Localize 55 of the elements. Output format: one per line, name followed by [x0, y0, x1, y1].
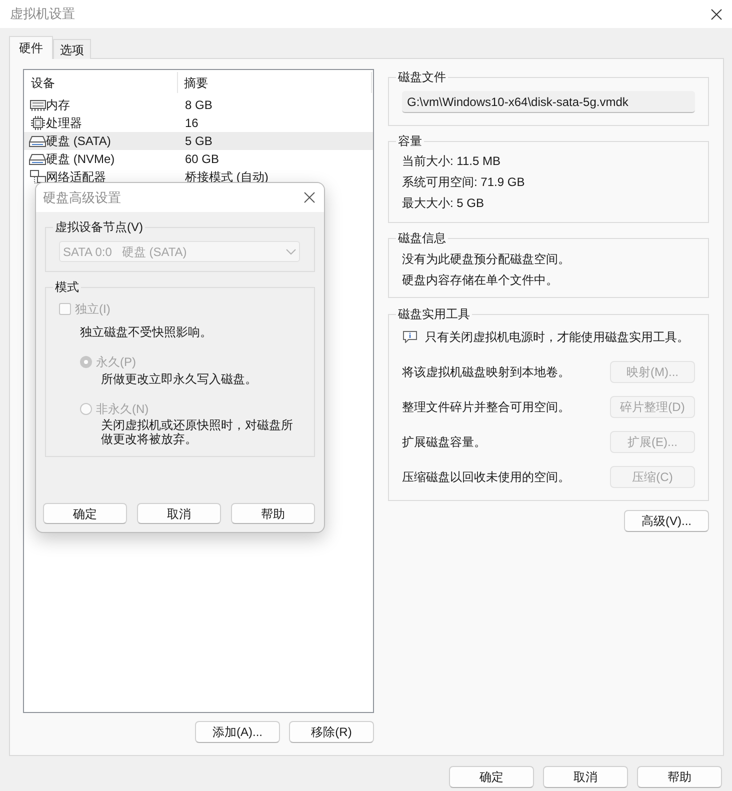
utility-description: 整理文件碎片并整合可用空间。: [402, 399, 570, 415]
device-name: 处理器: [46, 115, 82, 131]
close-icon[interactable]: [711, 8, 722, 20]
path-field[interactable]: G:\vm\Windows10-x64\disk-sata-5g.vmdk: [402, 91, 695, 113]
dialog-title: 硬盘高级设置: [43, 190, 121, 206]
device-summary: 8 GB: [185, 98, 212, 112]
close-icon[interactable]: [304, 192, 315, 203]
tab[interactable]: 硬件: [9, 36, 53, 59]
device-name: 硬盘 (NVMe): [46, 151, 115, 167]
group-title: 模式: [54, 279, 80, 295]
info-text: 硬盘内容存储在单个文件中。: [402, 273, 558, 287]
device-row[interactable]: 处理器 16: [24, 114, 373, 132]
info-message-icon: [403, 331, 417, 343]
memory-module-icon: [30, 100, 46, 110]
option-description: 独立磁盘不受快照影响。: [80, 324, 213, 340]
footer-button[interactable]: 确定: [449, 766, 534, 788]
advanced-button[interactable]: 高级(V)...: [624, 510, 709, 532]
option-description: 关闭虚拟机或还原快照时，对磁盘所做更改将被放弃。: [101, 418, 294, 446]
window-title: 虚拟机设置: [10, 6, 75, 22]
device-summary: 16: [185, 116, 198, 130]
capacity-text: 最大大小: 5 GB: [402, 196, 484, 210]
dialog-button[interactable]: 确定: [43, 503, 127, 524]
footer-button[interactable]: 取消: [543, 766, 628, 788]
utility-description: 压缩磁盘以回收未使用的空间。: [402, 469, 570, 485]
group-title: 虚拟设备节点(V): [54, 219, 144, 235]
device-summary: 60 GB: [185, 152, 220, 166]
chevron-down-icon: [286, 248, 296, 254]
utility-description: 扩展磁盘容量。: [402, 434, 486, 450]
device-row[interactable]: 硬盘 (NVMe) 60 GB: [24, 150, 373, 168]
hard-drive-icon: [29, 154, 46, 164]
device-name: 硬盘 (SATA): [46, 133, 111, 149]
dialog-button[interactable]: 取消: [137, 503, 221, 524]
notice-text: 只有关闭虚拟机电源时，才能使用磁盘实用工具。: [425, 329, 689, 345]
info-text: 没有为此硬盘预分配磁盘空间。: [402, 252, 570, 266]
device-row[interactable]: 硬盘 (SATA) 5 GB: [24, 132, 373, 150]
chip-icon: [30, 116, 44, 130]
group-title: 磁盘实用工具: [397, 306, 471, 322]
group-title: 磁盘信息: [397, 230, 447, 246]
list-action-button[interactable]: 添加(A)...: [195, 721, 280, 743]
device-name: 内存: [46, 97, 70, 113]
device-row[interactable]: 内存 8 GB: [24, 96, 373, 114]
column-header[interactable]: 设备: [24, 72, 178, 93]
tab[interactable]: 选项: [53, 39, 91, 59]
dialog-button[interactable]: 帮助: [231, 503, 315, 524]
column-header[interactable]: 摘要: [178, 72, 372, 93]
utility-description: 将该虚拟机磁盘映射到本地卷。: [402, 364, 570, 380]
footer-button[interactable]: 帮助: [637, 766, 722, 788]
hard-drive-icon: [29, 136, 46, 146]
capacity-text: 当前大小: 11.5 MB: [402, 154, 500, 168]
option-description: 所做更改立即永久写入磁盘。: [101, 371, 258, 387]
group-title: 磁盘文件: [397, 69, 447, 85]
device-summary: 5 GB: [185, 134, 212, 148]
group-title: 容量: [397, 133, 423, 149]
capacity-text: 系统可用空间: 71.9 GB: [402, 175, 525, 189]
list-action-button[interactable]: 移除(R): [289, 721, 374, 743]
